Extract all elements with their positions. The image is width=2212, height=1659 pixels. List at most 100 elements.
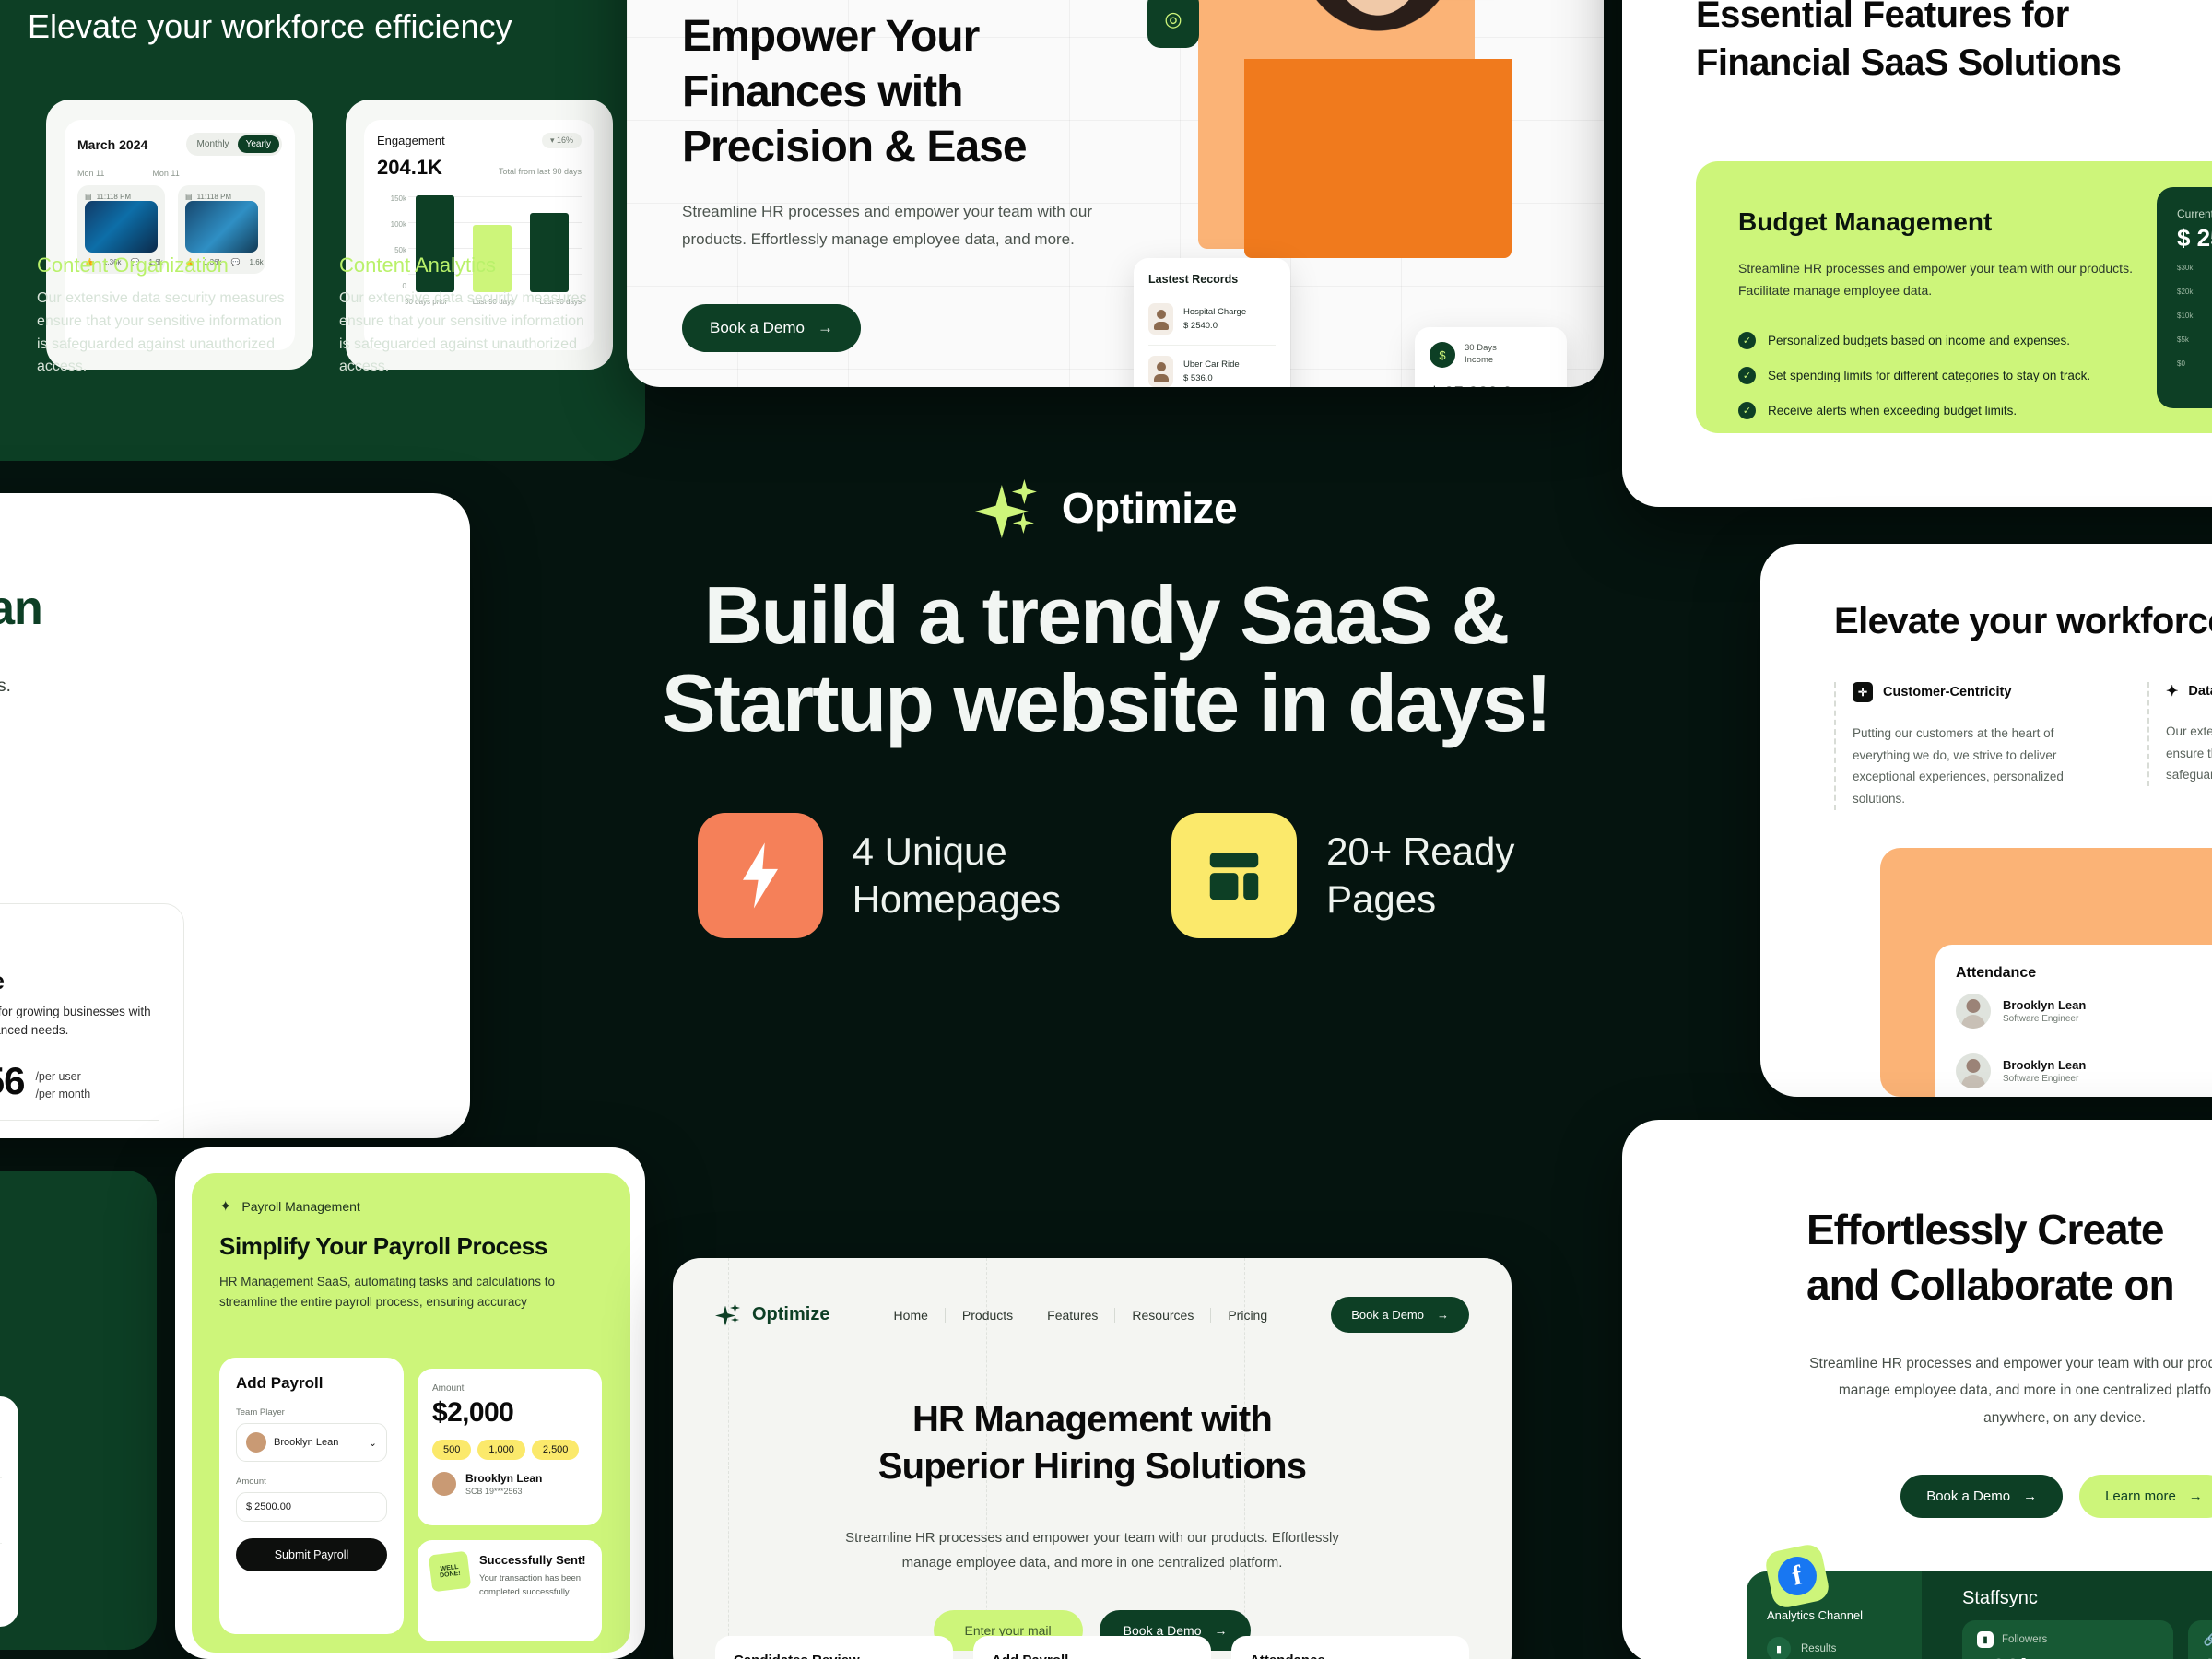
plan-price: $456 — [0, 1058, 25, 1102]
attendance-row: Brooklyn Lean Software Engineer In 08:00… — [1956, 982, 2212, 1041]
learn-more-button[interactable]: Learn more → — [2079, 1475, 2212, 1518]
attendance-time-row: In 08:00 AM Out 18:00 PM — [0, 1544, 2, 1608]
nav-features[interactable]: Features — [1030, 1307, 1116, 1323]
well-done-sticker: WELL DONE! — [428, 1550, 472, 1593]
br-cta-row: Book a Demo → Learn more → — [1806, 1475, 2212, 1518]
plan-desc: Designed for growing businesses with mor… — [0, 1005, 151, 1038]
budget-title: Budget Management — [1738, 207, 1993, 236]
amount-card-label: Amount — [432, 1383, 465, 1394]
stat-link-clicks: 🔗 Link Clicks 204.1K — [2188, 1620, 2212, 1659]
day-label-2: Mon 11 — [152, 169, 180, 178]
card-add-payroll[interactable]: Add Payroll — [973, 1636, 1211, 1659]
chip-500[interactable]: 500 — [432, 1440, 472, 1460]
payroll-lime-panel: ✦ Payroll Management Simplify Your Payro… — [192, 1173, 630, 1653]
add-payroll-form: Add Payroll Team Player Brooklyn Lean ⌄ … — [219, 1358, 404, 1634]
employee-name: Brooklyn Lean — [2003, 998, 2087, 1012]
attendance-time-row: In 08:00 AM Out 18:00 PM — [0, 1413, 2, 1478]
payroll-eyebrow: ✦ Payroll Management — [219, 1199, 360, 1215]
page-title: Build a trendy SaaS & Startup website in… — [661, 570, 1552, 749]
nav-pricing[interactable]: Pricing — [1211, 1308, 1284, 1323]
period-toggle[interactable]: Monthly Yearly — [185, 133, 282, 156]
content-features-card: Elevate your workforce efficiency March … — [0, 0, 645, 461]
record-row: Hospital Charge $ 2540.0 — [1148, 293, 1276, 346]
amount-chips[interactable]: 500 1,000 2,500 — [432, 1440, 587, 1460]
arrow-right-icon: → — [818, 319, 833, 336]
post-time: 11:118 PM — [96, 193, 132, 201]
logo-text: Optimize — [1061, 484, 1238, 532]
amount-card-value: $2,000 — [432, 1397, 514, 1428]
team-player-select[interactable]: Brooklyn Lean ⌄ — [236, 1423, 387, 1462]
toggle-monthly[interactable]: Monthly — [189, 135, 238, 153]
engagement-delta: ▾ 16% — [541, 133, 582, 148]
facebook-icon: f — [1774, 1553, 1820, 1599]
toggle-yearly[interactable]: Yearly — [237, 135, 279, 153]
check-item: ✓ Receive alerts when exceeding budget l… — [1738, 402, 2017, 419]
budget-text: Streamline HR processes and empower your… — [1738, 261, 2133, 298]
payroll-title: Simplify Your Payroll Process — [219, 1232, 547, 1260]
hero-logo: Optimize — [0, 479, 2212, 538]
post-thumbnail — [185, 201, 258, 253]
check-item: ✓ Personalized budgets based on income a… — [1738, 332, 2070, 349]
analytics-channel-panel: f Analytics Channel ▮ Results — [1747, 1542, 1922, 1659]
hero-section: Optimize Build a trendy SaaS & Startup w… — [0, 479, 2212, 939]
post-time: 11:118 PM — [196, 193, 232, 201]
income-value: $ 25,980.0 — [1430, 384, 1552, 387]
sparkle-icon — [974, 479, 1045, 538]
team-player-label: Team Player — [236, 1407, 285, 1418]
arrow-right-icon: → — [2188, 1488, 2203, 1504]
br-subtitle: Streamline HR processes and empower your… — [1809, 1356, 2212, 1426]
nav-book-demo-button[interactable]: Book a Demo → — [1331, 1297, 1469, 1333]
empower-finances-card: Empower Your Finances with Precision & E… — [627, 0, 1604, 387]
employee-name: Brooklyn Lean — [2003, 1058, 2087, 1072]
chip-2500[interactable]: 2,500 — [531, 1440, 580, 1460]
form-title: Add Payroll — [236, 1374, 324, 1392]
dollar-icon: $ — [1430, 342, 1455, 368]
nav-home[interactable]: Home — [877, 1307, 946, 1323]
avatar — [1148, 303, 1173, 335]
bar-3 — [530, 213, 569, 292]
y-tick: $0 — [2177, 359, 2185, 368]
brand-logo[interactable]: Optimize — [715, 1302, 830, 1327]
nav-resources[interactable]: Resources — [1115, 1307, 1212, 1323]
analytics-channel-label: Analytics Channel — [1767, 1608, 1864, 1622]
month-label: March 2024 — [77, 136, 148, 152]
card-heading: Elevate your workforce efficiency — [28, 7, 512, 45]
hr-management-browser-card: Optimize Home Products Features Resource… — [673, 1258, 1512, 1659]
essential-features-card: Essential Features for Financial SaaS So… — [1622, 0, 2212, 507]
comment-icon: 💬 — [230, 258, 241, 266]
engagement-title: Engagement — [377, 134, 445, 147]
y-tick: $5k — [2177, 335, 2189, 344]
submit-payroll-button[interactable]: Submit Payroll — [236, 1538, 387, 1571]
employee-role: Software Engineer — [2003, 1014, 2079, 1024]
avatar — [1148, 356, 1173, 387]
br-heading: Effortlessly Create and Collaborate on — [1806, 1206, 2175, 1309]
amount-input[interactable]: $ 2500.00 — [236, 1492, 387, 1522]
check-icon: ✓ — [1738, 402, 1756, 419]
records-title: Lastest Records — [1148, 273, 1239, 286]
attendance-widget: Attendance Brooklyn Lean Software Engine… — [1936, 945, 2212, 1097]
card-candidates-review[interactable]: Candidates Review — [715, 1636, 953, 1659]
latest-records-widget: Lastest Records Hospital Charge $ 2540.0… — [1134, 258, 1290, 387]
page-root: Elevate your workforce efficiency March … — [0, 0, 2212, 1659]
chip-1000[interactable]: 1,000 — [477, 1440, 525, 1460]
avatar — [246, 1432, 266, 1453]
target-icon: ◎ — [1147, 0, 1199, 48]
y-tick: $30k — [2177, 264, 2194, 272]
person-photo — [1244, 0, 1512, 258]
check-icon: ✓ — [1738, 332, 1756, 349]
post-thumbnail — [85, 201, 158, 253]
nav-products[interactable]: Products — [946, 1307, 1031, 1323]
nav-links[interactable]: Home Products Features Resources Pricing — [877, 1307, 1285, 1323]
y-tick: $20k — [2177, 288, 2194, 296]
book-demo-button[interactable]: Book a Demo → — [1900, 1475, 2064, 1518]
card-attendance[interactable]: Attendance — [1231, 1636, 1469, 1659]
success-card: WELL DONE! Successfully Sent! Your trans… — [418, 1540, 602, 1641]
record-amount: $ 2540.0 — [1183, 321, 1218, 331]
record-amount: $ 536.0 — [1183, 373, 1213, 383]
plan-card-scale[interactable]: ⛶ Scale Designed for growing businesses … — [0, 903, 184, 1138]
income-label-1: 30 Days — [1465, 343, 1497, 354]
link-icon: 🔗 — [2203, 1632, 2212, 1646]
bar-1 — [416, 195, 454, 292]
check-icon: ✓ — [1738, 367, 1756, 384]
book-demo-button[interactable]: Book a Demo → — [682, 304, 861, 352]
